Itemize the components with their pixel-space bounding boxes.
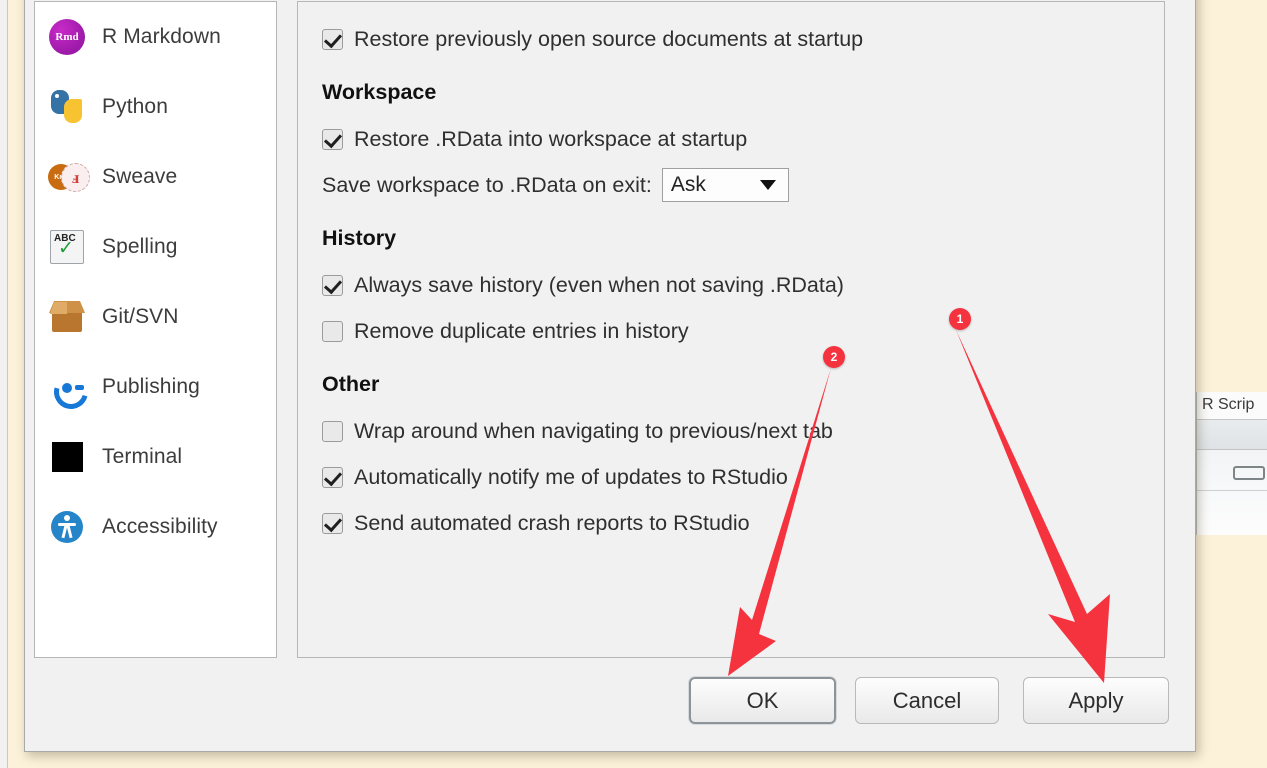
- sidebar-item-label: Accessibility: [102, 515, 218, 538]
- cancel-button[interactable]: Cancel: [855, 677, 999, 724]
- option-label: Restore previously open source documents…: [354, 26, 864, 51]
- checkbox[interactable]: [322, 128, 343, 150]
- source-pane-tab-label[interactable]: R Scrip: [1202, 396, 1254, 414]
- checkbox[interactable]: [322, 512, 343, 534]
- checkbox[interactable]: [322, 320, 343, 342]
- option-send-crash-reports[interactable]: Send automated crash reports to RStudio: [322, 500, 1164, 546]
- section-heading-history: History: [322, 226, 397, 250]
- python-icon: [48, 88, 86, 126]
- publishing-icon: [47, 368, 95, 416]
- ok-button[interactable]: OK: [689, 677, 836, 724]
- rstudio-left-edge: [0, 0, 8, 768]
- rmarkdown-icon: Rmd: [48, 18, 86, 56]
- select-value: Ask: [670, 173, 706, 196]
- section-heading-other: Other: [322, 372, 380, 396]
- option-label: Remove duplicate entries in history: [354, 318, 689, 343]
- checkbox[interactable]: [322, 274, 343, 296]
- sidebar-item-label: Spelling: [102, 235, 178, 258]
- sidebar-item-accessibility[interactable]: Accessibility: [35, 492, 276, 562]
- option-notify-updates[interactable]: Automatically notify me of updates to RS…: [322, 454, 1164, 500]
- sidebar-item-label: Publishing: [102, 375, 200, 398]
- sweave-icon: Knitⅎ: [48, 158, 90, 196]
- option-label: Always save history (even when not savin…: [354, 272, 844, 297]
- option-remove-duplicate-history[interactable]: Remove duplicate entries in history: [322, 308, 1164, 354]
- sidebar-item-python[interactable]: Python: [35, 72, 276, 142]
- apply-button[interactable]: Apply: [1023, 677, 1169, 724]
- option-label: Restore .RData into workspace at startup: [354, 126, 748, 151]
- select-label: Save workspace to .RData on exit:: [322, 172, 652, 197]
- accessibility-icon: [48, 508, 86, 546]
- option-restore-source-documents[interactable]: Restore previously open source documents…: [322, 16, 1164, 62]
- sidebar-item-r-markdown[interactable]: Rmd R Markdown: [35, 2, 276, 72]
- option-restore-rdata[interactable]: Restore .RData into workspace at startup: [322, 116, 1164, 162]
- option-label: Automatically notify me of updates to RS…: [354, 464, 788, 489]
- sidebar-item-label: Git/SVN: [102, 305, 179, 328]
- options-dialog: Rmd R Markdown Python Knitⅎ Swea: [24, 0, 1196, 752]
- chevron-down-icon: [759, 180, 776, 190]
- option-label: Send automated crash reports to RStudio: [354, 510, 750, 535]
- sidebar-item-label: Sweave: [102, 165, 178, 188]
- sidebar-item-label: R Markdown: [102, 25, 221, 48]
- sidebar-item-sweave[interactable]: Knitⅎ Sweave: [35, 142, 276, 212]
- source-pane-toolbar: [1197, 420, 1267, 450]
- terminal-icon: [48, 438, 86, 476]
- sidebar-item-spelling[interactable]: ABC ✓ Spelling: [35, 212, 276, 282]
- screen: R Scrip Rmd R Markdown Python ⅎ Sweave A…: [0, 0, 1267, 768]
- option-save-workspace-on-exit[interactable]: Save workspace to .RData on exit: Ask: [322, 162, 1164, 208]
- source-pane-widget-icon: [1233, 466, 1265, 480]
- section-heading-workspace: Workspace: [322, 80, 437, 104]
- sidebar-item-label: Python: [102, 95, 168, 118]
- checkbox[interactable]: [322, 466, 343, 488]
- sidebar-item-label: Terminal: [102, 445, 183, 468]
- source-pane-tabbar: R Scrip: [1197, 392, 1267, 420]
- annotation-badge-1: 1: [949, 308, 971, 330]
- git-svn-icon: [48, 298, 86, 336]
- sidebar-item-terminal[interactable]: Terminal: [35, 422, 276, 492]
- sidebar-item-publishing[interactable]: Publishing: [35, 352, 276, 422]
- sidebar-item-git-svn[interactable]: Git/SVN: [35, 282, 276, 352]
- source-pane-divider: [1197, 490, 1267, 491]
- annotation-badge-2: 2: [823, 346, 845, 368]
- checkbox[interactable]: [322, 28, 343, 50]
- spelling-icon: ABC ✓: [48, 228, 86, 266]
- source-pane-body: [1197, 450, 1267, 535]
- option-label: Wrap around when navigating to previous/…: [354, 418, 833, 443]
- options-category-list[interactable]: Rmd R Markdown Python Knitⅎ Swea: [34, 1, 277, 658]
- save-workspace-select[interactable]: Ask: [661, 168, 789, 202]
- source-pane: R Scrip: [1196, 392, 1267, 535]
- option-wrap-around-tabs[interactable]: Wrap around when navigating to previous/…: [322, 408, 1164, 454]
- options-general-pane: Restore previously open source documents…: [297, 1, 1165, 658]
- option-always-save-history[interactable]: Always save history (even when not savin…: [322, 262, 1164, 308]
- checkbox[interactable]: [322, 420, 343, 442]
